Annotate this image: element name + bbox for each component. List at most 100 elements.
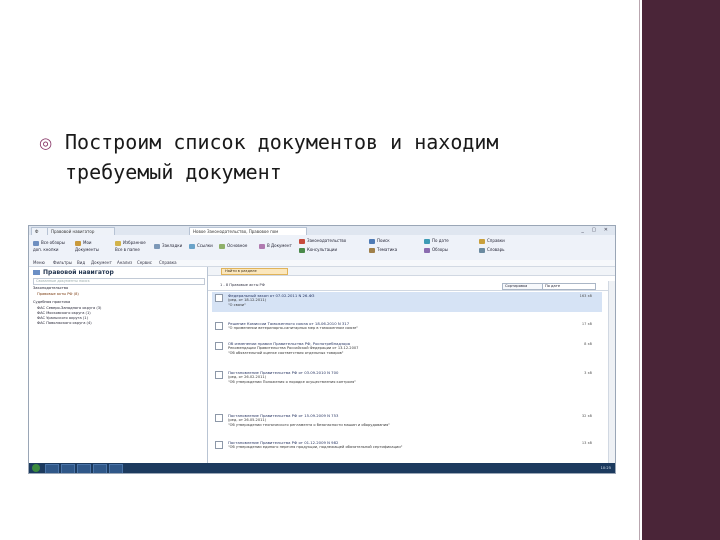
ribbon-right-5[interactable]: Обзоры bbox=[424, 247, 448, 253]
ribbon-right-7[interactable]: Словарь bbox=[479, 247, 505, 253]
document-icon bbox=[215, 441, 223, 449]
info-icon bbox=[479, 238, 485, 244]
ribbon-label-3: Закладки bbox=[162, 243, 183, 248]
list-toolbar: Найти в разделе bbox=[208, 267, 615, 276]
calendar-icon bbox=[424, 238, 430, 244]
window-controls[interactable]: _ ▢ ✕ bbox=[581, 227, 611, 233]
document-size: 3 кб bbox=[584, 371, 592, 375]
document-icon bbox=[215, 294, 223, 302]
ribbon-label-2a: Избранное bbox=[123, 240, 146, 245]
menu-item-3[interactable]: Документ bbox=[91, 260, 112, 266]
document-icon bbox=[215, 371, 223, 379]
slide-text-line-2: требуемый документ bbox=[65, 160, 282, 184]
ribbon-group-1b[interactable]: Документы bbox=[75, 247, 99, 252]
ribbon-group-1[interactable]: Мои bbox=[75, 240, 92, 246]
ribbon-group-5[interactable]: Основное bbox=[219, 243, 247, 249]
slide-bullet-text: Построим список документов и находим тре… bbox=[65, 127, 625, 187]
document-icon bbox=[75, 240, 81, 246]
navigator-search-input[interactable]: Связанные документы поиск bbox=[33, 278, 205, 285]
ribbon-toolbar: Все обзоры доп. кнопки Мои Документы Изб… bbox=[29, 235, 615, 261]
review-icon bbox=[424, 247, 430, 253]
document-row-4[interactable]: Постановление Правительства РФ от 15.09.… bbox=[212, 412, 602, 432]
document-row-1[interactable]: Решение Комиссии Таможенного союза от 18… bbox=[212, 320, 602, 336]
ribbon-right-4[interactable]: По дате bbox=[424, 238, 449, 244]
menu-item-2[interactable]: Вид bbox=[77, 260, 85, 266]
navigator-icon bbox=[33, 270, 40, 275]
window-titlebar: Ф Правовой навигатор Новое Законодательс… bbox=[29, 226, 615, 235]
menu-item-5[interactable]: Сервис bbox=[137, 260, 152, 266]
navigator-title-text: Правовой навигатор bbox=[43, 269, 114, 276]
ribbon-right-label-1: Консультации bbox=[307, 247, 338, 252]
vertical-scrollbar[interactable] bbox=[608, 281, 615, 463]
star-icon bbox=[115, 240, 121, 246]
window-tab-3[interactable]: Новое Законодательство, Правовое пом bbox=[189, 227, 307, 235]
navigator-title: Правовой навигатор bbox=[33, 269, 114, 276]
taskbar-app-icon[interactable] bbox=[61, 464, 75, 473]
folder-icon bbox=[33, 240, 39, 246]
menu-item-0[interactable]: Меню bbox=[33, 260, 45, 266]
ribbon-label-0a: Все обзоры bbox=[41, 240, 65, 245]
document-list-pane: Найти в разделе 1 - 8 Правовые акты РФ С… bbox=[208, 267, 615, 463]
taskbar-app-icon[interactable] bbox=[77, 464, 91, 473]
tree-item-2[interactable]: Судебная практика bbox=[33, 300, 70, 305]
dictionary-icon bbox=[479, 247, 485, 253]
ribbon-right-label-3: Тематика bbox=[377, 247, 398, 252]
start-button-icon[interactable] bbox=[32, 464, 40, 472]
law-icon bbox=[299, 238, 305, 244]
ribbon-right-label-2: Поиск bbox=[377, 238, 390, 243]
ribbon-group-2[interactable]: Избранное bbox=[115, 240, 146, 246]
ribbon-right-1[interactable]: Консультации bbox=[299, 247, 337, 253]
find-in-section-button[interactable]: Найти в разделе bbox=[221, 268, 288, 275]
ribbon-right-2[interactable]: Поиск bbox=[369, 238, 390, 244]
tree-item-6[interactable]: ФАС Поволжского округа (4) bbox=[37, 321, 92, 326]
export-icon bbox=[259, 243, 265, 249]
document-size: 32 кб bbox=[581, 414, 592, 418]
document-size: 17 кб bbox=[581, 322, 592, 326]
sort-select[interactable]: По дате bbox=[542, 283, 596, 290]
window-tab-2[interactable]: Правовой навигатор bbox=[47, 227, 115, 235]
ribbon-label-4: Ссылки bbox=[197, 243, 213, 248]
sort-button[interactable]: Сортировка bbox=[502, 283, 544, 290]
slide-accent-bar bbox=[642, 0, 720, 540]
menu-item-4[interactable]: Анализ bbox=[117, 260, 132, 266]
document-subline: "О применении ветеринарно-санитарных мер… bbox=[228, 326, 359, 330]
ribbon-group-3[interactable]: Закладки bbox=[154, 243, 182, 249]
document-subline: "Об утверждении единого перечня продукци… bbox=[228, 445, 403, 449]
document-row-3[interactable]: Постановление Правительства РФ от 03.09.… bbox=[212, 369, 602, 399]
document-subline: "Об утверждении технического регламента … bbox=[228, 423, 390, 427]
ribbon-group-0[interactable]: Все обзоры bbox=[33, 240, 65, 246]
ribbon-label-1a: Мои bbox=[83, 240, 92, 245]
main-icon bbox=[219, 243, 225, 249]
taskbar-app-icon[interactable] bbox=[45, 464, 59, 473]
document-icon bbox=[215, 322, 223, 330]
menu-item-1[interactable]: Фильтры bbox=[53, 260, 72, 266]
ribbon-right-3[interactable]: Тематика bbox=[369, 247, 397, 253]
menu-bar: Меню Фильтры Вид Документ Анализ Сервис … bbox=[29, 260, 615, 267]
ribbon-right-label-6: Справки bbox=[487, 238, 505, 243]
document-row-2[interactable]: Об изменении правил Правительства РФ, Ро… bbox=[212, 340, 602, 364]
ribbon-group-4[interactable]: Ссылки bbox=[189, 243, 213, 249]
menu-item-6[interactable]: Справка bbox=[159, 260, 177, 266]
ribbon-right-6[interactable]: Справки bbox=[479, 238, 505, 244]
consult-icon bbox=[299, 247, 305, 253]
document-size: 163 кб bbox=[579, 294, 592, 298]
tree-item-1[interactable]: Правовые акты РФ (8) bbox=[37, 292, 79, 297]
document-row-5[interactable]: Постановление Правительства РФ от 01.12.… bbox=[212, 439, 602, 455]
bullet-target-icon: ◎ bbox=[39, 134, 53, 152]
ribbon-group-6[interactable]: В Документ bbox=[259, 243, 292, 249]
ribbon-group-2b[interactable]: Все в папке bbox=[115, 247, 140, 252]
slide-text-line-1: Построим список документов и находим bbox=[65, 130, 499, 154]
taskbar-app-icon[interactable] bbox=[93, 464, 107, 473]
document-subline: "Об обязательной оценке соответствия отд… bbox=[228, 351, 344, 355]
navigator-pane: Правовой навигатор Связанные документы п… bbox=[29, 267, 208, 463]
topic-icon bbox=[369, 247, 375, 253]
document-row-0[interactable]: Федеральный закон от 07.02.2011 N 26-ФЗ … bbox=[212, 292, 602, 312]
tree-item-0[interactable]: Законодательство bbox=[33, 286, 68, 291]
ribbon-right-0[interactable]: Законодательство bbox=[299, 238, 346, 244]
ribbon-group-0b[interactable]: доп. кнопки bbox=[33, 247, 58, 252]
document-icon bbox=[215, 342, 223, 350]
ribbon-label-6: В Документ bbox=[267, 243, 292, 248]
document-subline: "О связи" bbox=[228, 303, 246, 307]
taskbar-app-icon[interactable] bbox=[109, 464, 123, 473]
ribbon-right-label-4: По дате bbox=[432, 238, 449, 243]
